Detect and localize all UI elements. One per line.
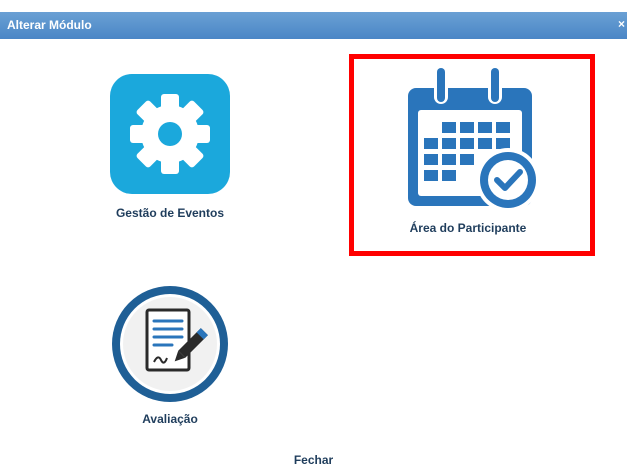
module-label: Gestão de Eventos bbox=[115, 206, 225, 220]
module-gestao-de-eventos[interactable]: Gestão de Eventos bbox=[50, 60, 290, 230]
document-signature-icon bbox=[112, 286, 228, 402]
dialog-titlebar: Alterar Módulo × bbox=[0, 12, 627, 39]
module-label: Avaliação bbox=[142, 412, 198, 426]
change-module-dialog: Alterar Módulo × Gestão de Eventos Área … bbox=[0, 0, 627, 466]
module-area-do-participante[interactable]: Área do Participante bbox=[350, 56, 590, 241]
close-link[interactable]: Fechar bbox=[0, 453, 627, 466]
module-avaliacao[interactable]: Avaliação bbox=[50, 282, 290, 432]
dialog-title: Alterar Módulo bbox=[7, 18, 92, 32]
gear-icon bbox=[110, 74, 230, 194]
module-label: Área do Participante bbox=[409, 221, 527, 235]
close-icon[interactable]: × bbox=[618, 17, 625, 31]
calendar-check-icon bbox=[408, 66, 540, 212]
